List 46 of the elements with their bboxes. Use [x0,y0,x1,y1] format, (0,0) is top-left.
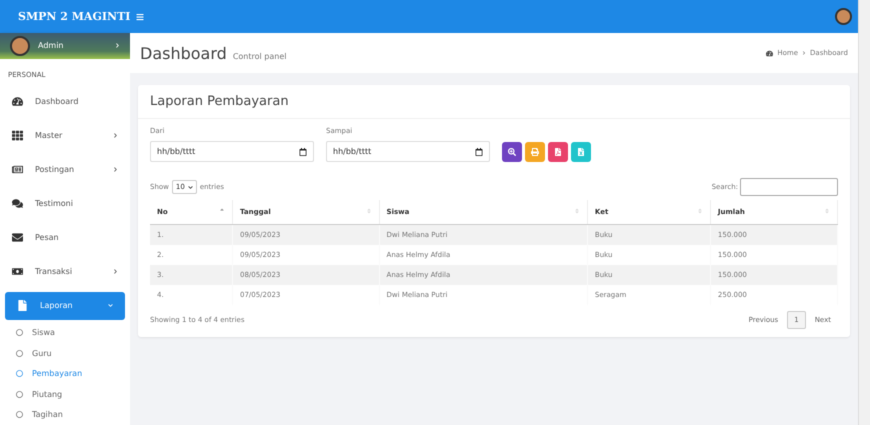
submenu-item[interactable]: Guru [0,343,130,364]
spreadsheet-file-icon [577,148,585,156]
chat-bubbles-icon [12,198,23,209]
page-subtitle: Control panel [232,52,286,60]
gauge-icon [766,50,774,56]
envelope-icon [12,232,23,243]
scrollbar[interactable] [858,0,870,425]
chevron-icon [113,167,118,172]
sidebar-item[interactable]: Transaksi [0,254,130,288]
newspaper-icon [12,164,23,175]
submenu-item[interactable]: Tagihan [0,404,130,425]
submenu-item[interactable]: Piutang [0,384,130,404]
date-input-field[interactable]: hh/bb/tttt [326,141,490,162]
date-input-field[interactable]: hh/bb/tttt [150,141,314,162]
submenu-item[interactable]: Siswa [0,322,130,343]
chevron-icon [113,269,118,274]
user-avatar [10,36,30,56]
sidebar-item[interactable]: Dashboard [0,84,130,118]
menu-icon[interactable] [136,12,144,20]
sidebar-item[interactable]: Postingan [0,152,130,186]
calendar-icon [475,148,483,156]
pdf-file-icon [554,148,562,156]
banknote-icon [12,266,23,277]
submenu-item[interactable]: Pembayaran [0,364,130,384]
chevron-icon [113,133,118,138]
gauge-icon [12,96,23,107]
avatar[interactable] [835,8,852,25]
sidebar-item[interactable]: Pesan [0,220,130,254]
caret-icon [188,184,193,190]
grid-icon [12,130,23,141]
card-title: Laporan Pembayaran [138,85,850,119]
page-title: Dashboard [140,44,227,62]
calendar-icon [299,148,307,156]
user-name[interactable]: Admin [38,41,107,50]
pdf-button[interactable] [548,142,568,162]
sidebar-item[interactable]: Testimoni [0,186,130,220]
chevron-icon [115,43,120,48]
document-icon [17,300,28,311]
search-button[interactable] [502,142,522,162]
print-icon [531,148,539,156]
brand-title: SMPN 2 MAGINTI [18,10,130,23]
excel-button[interactable] [571,142,591,162]
search-field[interactable] [740,178,838,196]
zoom-in-icon [508,148,516,156]
sidebar-item[interactable]: Master [0,118,130,152]
sidebar-item[interactable]: Laporan [5,292,125,320]
